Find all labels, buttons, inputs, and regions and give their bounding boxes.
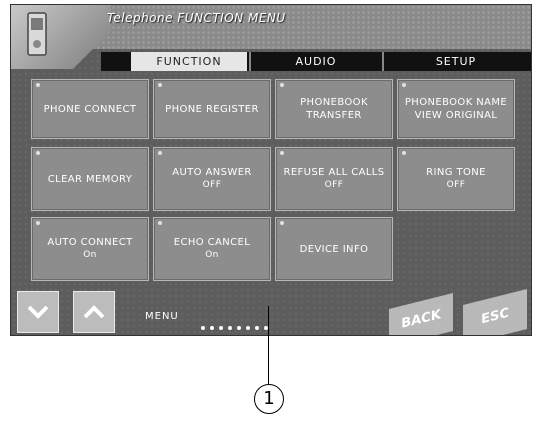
tab-divider xyxy=(382,52,384,71)
device-info-button[interactable]: DEVICE INFO xyxy=(275,217,393,281)
indicator-dot xyxy=(36,221,40,225)
tab-setup[interactable]: SETUP xyxy=(386,52,526,71)
scroll-up-button[interactable] xyxy=(73,291,115,333)
refuse-all-calls-label: REFUSE ALL CALLS xyxy=(283,167,385,178)
indicator-dot xyxy=(158,151,162,155)
indicator-dot xyxy=(402,151,406,155)
indicator-dot xyxy=(158,221,162,225)
callout-number: 1 xyxy=(254,384,284,414)
indicator-dot xyxy=(280,151,284,155)
phone-connect-button[interactable]: PHONE CONNECT xyxy=(31,79,149,139)
page-indicator-dots xyxy=(201,315,273,334)
tab-divider xyxy=(249,52,251,71)
indicator-dot xyxy=(402,83,406,87)
phone-connect-label: PHONE CONNECT xyxy=(43,103,137,115)
screen-title: Telephone FUNCTION MENU xyxy=(107,11,286,25)
tab-bar: FUNCTION AUDIO SETUP xyxy=(101,52,531,71)
indicator-dot xyxy=(36,151,40,155)
auto-answer-button[interactable]: AUTO ANSWER OFF xyxy=(153,147,271,211)
chevron-down-icon xyxy=(27,305,49,319)
auto-answer-label: AUTO ANSWER xyxy=(172,167,252,178)
phonebook-name-view-button[interactable]: PHONEBOOK NAME VIEW ORIGINAL xyxy=(397,79,515,139)
refuse-all-calls-value: OFF xyxy=(324,180,344,190)
phonebook-name-view-label: PHONEBOOK NAME VIEW ORIGINAL xyxy=(404,97,508,121)
device-info-label: DEVICE INFO xyxy=(299,243,369,255)
phone-icon xyxy=(27,12,47,56)
auto-connect-button[interactable]: AUTO CONNECT On xyxy=(31,217,149,281)
tab-audio[interactable]: AUDIO xyxy=(253,52,379,71)
phone-register-button[interactable]: PHONE REGISTER xyxy=(153,79,271,139)
auto-connect-value: On xyxy=(83,250,97,260)
indicator-dot xyxy=(280,83,284,87)
auto-answer-value: OFF xyxy=(202,180,222,190)
back-button[interactable]: BACK xyxy=(389,293,453,335)
phone-register-label: PHONE REGISTER xyxy=(165,103,259,115)
auto-connect-label: AUTO CONNECT xyxy=(47,237,133,248)
echo-cancel-value: On xyxy=(205,250,219,260)
indicator-dot xyxy=(36,83,40,87)
indicator-dot xyxy=(158,83,162,87)
ring-tone-button[interactable]: RING TONE OFF xyxy=(397,147,515,211)
scroll-down-button[interactable] xyxy=(17,291,59,333)
clear-memory-label: CLEAR MEMORY xyxy=(47,173,133,185)
chevron-up-icon xyxy=(83,305,105,319)
refuse-all-calls-button[interactable]: REFUSE ALL CALLS OFF xyxy=(275,147,393,211)
echo-cancel-button[interactable]: ECHO CANCEL On xyxy=(153,217,271,281)
ring-tone-value: OFF xyxy=(446,180,466,190)
telephone-function-menu-screen: Telephone FUNCTION MENU FUNCTION AUDIO S… xyxy=(10,4,532,336)
ring-tone-label: RING TONE xyxy=(426,167,486,178)
bottom-control-bar: MENU BACK ESC xyxy=(11,287,531,335)
phonebook-transfer-label: PHONEBOOK TRANSFER xyxy=(300,97,368,121)
page-indicator-label: MENU xyxy=(145,311,179,322)
echo-cancel-label: ECHO CANCEL xyxy=(173,237,251,248)
clear-memory-button[interactable]: CLEAR MEMORY xyxy=(31,147,149,211)
esc-button[interactable]: ESC xyxy=(463,289,527,335)
telephone-source-tile[interactable] xyxy=(11,5,111,69)
phonebook-transfer-button[interactable]: PHONEBOOK TRANSFER xyxy=(275,79,393,139)
tab-function[interactable]: FUNCTION xyxy=(131,52,247,71)
callout-leader-line xyxy=(268,306,269,384)
indicator-dot xyxy=(280,221,284,225)
